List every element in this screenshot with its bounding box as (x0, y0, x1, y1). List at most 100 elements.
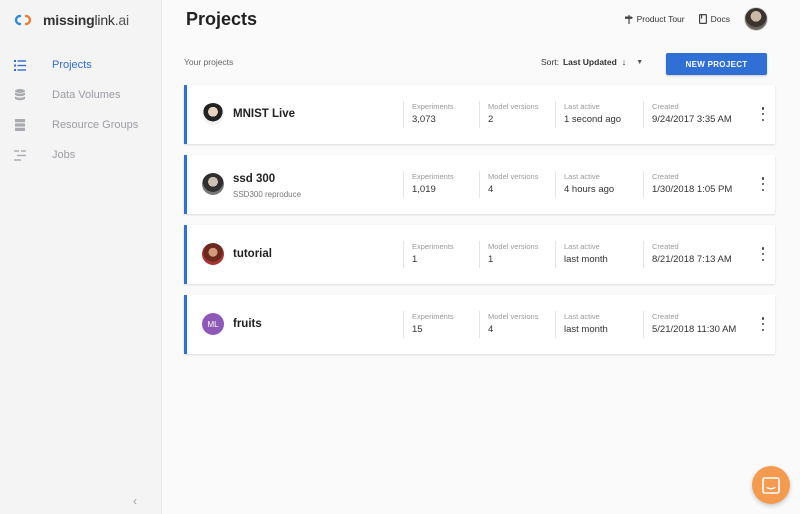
more-options-icon[interactable] (759, 317, 767, 331)
column-label: Last active (564, 242, 600, 251)
more-options-icon[interactable] (759, 247, 767, 261)
signpost-icon (624, 14, 633, 24)
top-bar-actions: Product Tour Docs (624, 7, 768, 31)
sort-label: Sort: (541, 57, 559, 67)
sidebar-item-resource-groups[interactable]: Resource Groups (0, 110, 162, 140)
docs-label: Docs (710, 14, 730, 24)
project-owner-avatar: ML (202, 313, 224, 335)
project-owner-avatar (202, 103, 224, 125)
column-label: Model versions (488, 172, 539, 181)
column-label: Experiments (412, 312, 454, 321)
logo-text-bold: missing (43, 12, 95, 28)
last-active-column: Last active last month (555, 311, 608, 338)
model-versions-count: 1 (488, 254, 494, 265)
project-name[interactable]: fruits (233, 318, 262, 330)
project-name[interactable]: ssd 300 (233, 173, 275, 185)
last-active-value: 4 hours ago (564, 184, 615, 195)
product-tour-label: Product Tour (636, 14, 685, 24)
column-label: Created (652, 242, 679, 251)
column-label: Model versions (488, 102, 539, 111)
project-owner-avatar (202, 173, 224, 195)
docs-link[interactable]: Docs (698, 14, 730, 24)
logo-text: missinglink.ai (43, 12, 129, 28)
column-label: Last active (564, 172, 600, 181)
sort-value: Last Updated (562, 57, 617, 67)
collapse-sidebar-icon[interactable]: ‹ (133, 494, 137, 508)
book-icon (698, 14, 707, 24)
column-label: Created (652, 312, 679, 321)
created-value: 5/21/2018 11:30 AM (652, 324, 737, 335)
sidebar-item-label: Data Volumes (52, 89, 121, 101)
chat-button[interactable] (752, 466, 790, 504)
product-tour-link[interactable]: Product Tour (624, 14, 685, 24)
model-versions-column: Model versions 2 (479, 101, 538, 128)
chat-bubble-icon (762, 476, 780, 494)
last-active-column: Last active 1 second ago (555, 101, 621, 128)
jobs-icon (13, 148, 27, 162)
column-label: Experiments (412, 102, 454, 111)
sort-dropdown[interactable]: Sort: Last Updated ↓ ▼ (541, 57, 643, 67)
project-card-fruits[interactable]: ML fruits Experiments 15 Model versions 4 … (184, 295, 775, 354)
sort-direction-icon[interactable]: ↓ (622, 57, 627, 67)
project-card-tutorial[interactable]: tutorial Experiments 1 Model versions 1 La… (184, 225, 775, 284)
column-label: Last active (564, 102, 600, 111)
column-label: Model versions (488, 312, 539, 321)
column-label: Created (652, 102, 679, 111)
main-content: Projects Product Tour Docs Your projects… (162, 0, 800, 514)
experiments-count: 1,019 (412, 184, 436, 195)
sidebar-nav: Projects Data Volumes Resource Groups Jo… (0, 50, 162, 170)
project-list: MNIST Live Experiments 3,073 Model versio… (184, 85, 775, 365)
project-description: SSD300 reproduce (233, 190, 302, 199)
page-title: Projects (186, 9, 258, 29)
column-label: Last active (564, 312, 600, 321)
sidebar: missinglink.ai Projects Data Volumes Res… (0, 0, 162, 514)
last-active-value: 1 second ago (564, 114, 622, 125)
sidebar-item-label: Jobs (52, 149, 76, 161)
experiments-count: 3,073 (412, 114, 436, 125)
experiments-column: Experiments 1,019 (403, 171, 454, 198)
created-value: 1/30/2018 1:05 PM (652, 184, 733, 195)
created-column: Created 9/24/2017 3:35 AM (643, 101, 732, 128)
sidebar-item-projects[interactable]: Projects (0, 50, 162, 80)
server-icon (13, 118, 27, 132)
logo-text-rest: link (94, 12, 115, 28)
last-active-column: Last active 4 hours ago (555, 171, 614, 198)
model-versions-count: 4 (488, 184, 494, 195)
column-label: Created (652, 172, 679, 181)
project-name[interactable]: tutorial (233, 248, 272, 260)
created-column: Created 1/30/2018 1:05 PM (643, 171, 732, 198)
model-versions-count: 4 (488, 324, 494, 335)
sidebar-item-label: Resource Groups (52, 119, 139, 131)
project-card-mnist-live[interactable]: MNIST Live Experiments 3,073 Model versio… (184, 85, 775, 144)
last-active-column: Last active last month (555, 241, 608, 268)
last-active-value: last month (564, 254, 608, 265)
project-card-ssd-300[interactable]: ssd 300 SSD300 reproduce Experiments 1,01… (184, 155, 775, 214)
user-avatar[interactable] (744, 7, 768, 31)
created-value: 9/24/2017 3:35 AM (652, 114, 732, 125)
more-options-icon[interactable] (759, 177, 767, 191)
logo-icon (14, 14, 32, 26)
logo-text-suffix: .ai (114, 12, 129, 28)
logo[interactable]: missinglink.ai (13, 12, 129, 28)
column-label: Experiments (412, 172, 454, 181)
sidebar-item-data-volumes[interactable]: Data Volumes (0, 80, 162, 110)
database-icon (13, 88, 27, 102)
list-icon (13, 58, 27, 72)
model-versions-column: Model versions 4 (479, 311, 538, 338)
model-versions-column: Model versions 1 (479, 241, 538, 268)
column-label: Model versions (488, 242, 539, 251)
model-versions-count: 2 (488, 114, 494, 125)
chevron-down-icon[interactable]: ▼ (636, 59, 643, 66)
column-label: Experiments (412, 242, 454, 251)
experiments-count: 15 (412, 324, 423, 335)
experiments-count: 1 (412, 254, 418, 265)
model-versions-column: Model versions 4 (479, 171, 538, 198)
experiments-column: Experiments 15 (403, 311, 454, 338)
last-active-value: last month (564, 324, 608, 335)
new-project-button[interactable]: NEW PROJECT (666, 53, 767, 75)
project-name[interactable]: MNIST Live (233, 108, 295, 120)
more-options-icon[interactable] (759, 107, 767, 121)
created-value: 8/21/2018 7:13 AM (652, 254, 732, 265)
sidebar-item-jobs[interactable]: Jobs (0, 140, 162, 170)
experiments-column: Experiments 3,073 (403, 101, 454, 128)
